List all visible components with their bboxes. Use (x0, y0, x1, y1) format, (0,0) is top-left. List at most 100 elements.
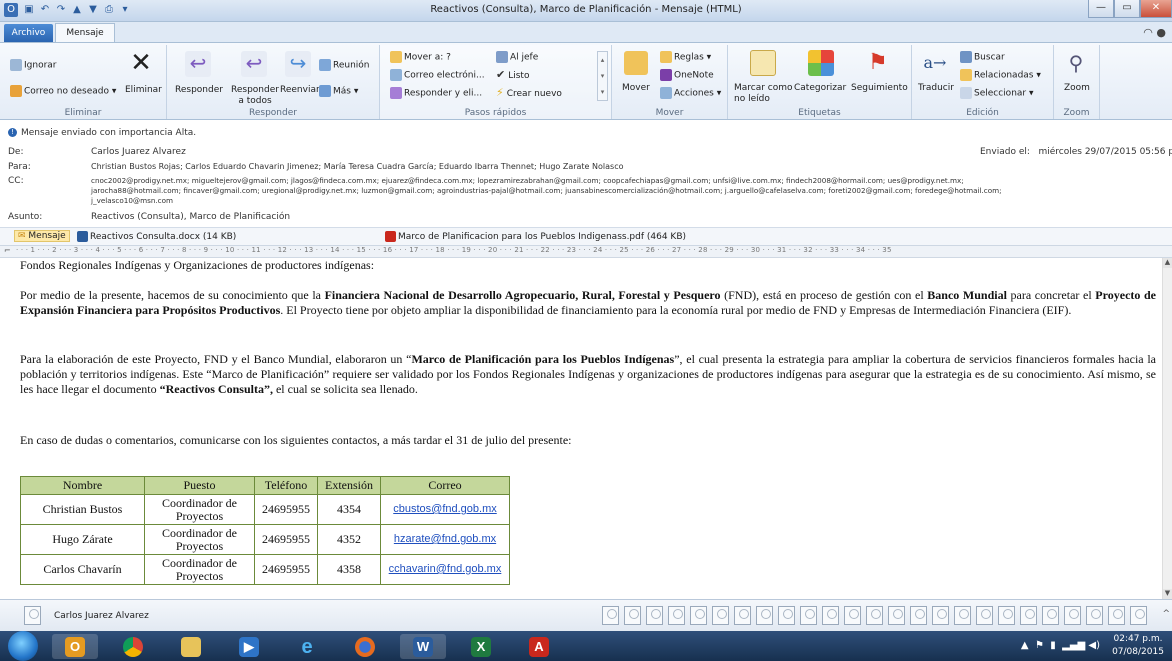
word-icon: W (413, 637, 433, 657)
taskbar-acrobat[interactable]: A (516, 634, 562, 659)
people-pane-toggle-icon[interactable]: ^ (1162, 609, 1170, 619)
email-link[interactable]: cbustos@fnd.gob.mx (380, 494, 510, 525)
recipient-avatar[interactable] (888, 606, 905, 625)
select-button[interactable]: Seleccionar ▾ (960, 87, 1034, 100)
header-correo: Correo (380, 476, 510, 495)
recipient-avatar[interactable] (954, 606, 971, 625)
quickstep-correo[interactable]: Correo electróni... (390, 69, 485, 82)
recipient-avatar[interactable] (734, 606, 751, 625)
cc-line-2[interactable]: jarocha88@hotmail.com; fincaver@gmail.co… (91, 186, 1002, 195)
junk-mail-button[interactable]: Correo no deseado ▾ (10, 85, 116, 98)
recipient-avatar[interactable] (998, 606, 1015, 625)
mark-unread-button[interactable]: Marcar como no leído (734, 83, 796, 105)
recipient-avatar[interactable] (602, 606, 619, 625)
reply-button[interactable]: Responder (175, 85, 223, 96)
attachment-docx[interactable]: Reactivos Consulta.docx (14 KB) (77, 231, 236, 242)
help-icon[interactable]: ◠ ● (1143, 26, 1166, 39)
tab-mensaje[interactable]: Mensaje (55, 23, 115, 42)
recipient-avatar[interactable] (822, 606, 839, 625)
quickstep-mover-a[interactable]: Mover a: ? (390, 51, 451, 64)
taskbar-media[interactable]: ▶ (226, 634, 272, 659)
recipient-avatar[interactable] (844, 606, 861, 625)
email-link[interactable]: cchavarin@fnd.gob.mx (380, 554, 510, 585)
recipient-avatar[interactable] (800, 606, 817, 625)
cc-line-1[interactable]: cnoc2002@prodigy.net.mx; migueltejerov@g… (91, 176, 964, 185)
contacts-table: Nombre Puesto Teléfono Extensión Correo … (20, 476, 510, 585)
recipient-avatar[interactable] (910, 606, 927, 625)
recipient-avatar[interactable] (756, 606, 773, 625)
zoom-button[interactable]: Zoom (1064, 83, 1090, 94)
ruler-tab-icon[interactable]: ⌐ (4, 246, 11, 255)
recipient-avatar[interactable] (646, 606, 663, 625)
followup-button[interactable]: Seguimiento (851, 83, 908, 94)
taskbar-firefox[interactable] (342, 634, 388, 659)
quicksteps-scroll[interactable]: ▴ ▾ ▾ (597, 51, 608, 101)
delete-button[interactable]: Eliminar (125, 85, 162, 96)
meeting-icon (319, 59, 331, 71)
recipient-avatar[interactable] (624, 606, 641, 625)
recipient-avatar[interactable] (1064, 606, 1081, 625)
recipient-avatar[interactable] (866, 606, 883, 625)
tab-archivo[interactable]: Archivo (4, 24, 53, 42)
minimize-button[interactable]: — (1088, 0, 1114, 18)
people-pane-name[interactable]: Carlos Juarez Alvarez (54, 611, 149, 621)
recipient-avatar[interactable] (712, 606, 729, 625)
reply-all-button[interactable]: Responder a todos (227, 85, 283, 107)
message-tab[interactable]: ✉ Mensaje (14, 230, 70, 242)
taskbar-word[interactable]: W (400, 634, 446, 659)
cell-nombre: Hugo Zárate (20, 524, 145, 555)
ignore-button[interactable]: Ignorar (10, 59, 57, 72)
find-button[interactable]: Buscar (960, 51, 1005, 64)
start-button[interactable] (8, 631, 38, 661)
recipient-avatar[interactable] (1020, 606, 1037, 625)
sender-avatar[interactable] (24, 606, 41, 625)
taskbar-ie[interactable]: e (284, 634, 330, 659)
quickstep-al-jefe[interactable]: Al jefe (496, 51, 538, 64)
rules-button[interactable]: Reglas ▾ (660, 51, 711, 64)
maximize-button[interactable]: ▭ (1114, 0, 1140, 18)
cc-line-3[interactable]: j_velasco10@msn.com (91, 196, 173, 205)
recipient-avatar[interactable] (778, 606, 795, 625)
vertical-scrollbar[interactable]: ▲ ▼ (1162, 258, 1172, 599)
recipient-avatar[interactable] (668, 606, 685, 625)
quickstep-listo[interactable]: ✔ Listo (496, 69, 529, 82)
recipient-avatar[interactable] (690, 606, 707, 625)
recipient-avatar[interactable] (976, 606, 993, 625)
onenote-button[interactable]: OneNote (660, 69, 714, 82)
actions-button[interactable]: Acciones ▾ (660, 87, 721, 100)
forward-icon: ↪ (285, 51, 311, 77)
group-eliminar: Ignorar Correo no deseado ▾ ✕ Eliminar E… (0, 45, 167, 119)
from-value[interactable]: Carlos Juarez Alvarez (91, 147, 186, 157)
quickstep-crear-nuevo[interactable]: ⚡ Crear nuevo (496, 87, 562, 100)
recipient-avatar[interactable] (1108, 606, 1125, 625)
recipient-avatar[interactable] (1130, 606, 1147, 625)
network-icon[interactable]: ▮ (1050, 640, 1056, 651)
volume-icon[interactable]: ◀) (1088, 640, 1100, 651)
meeting-button[interactable]: Reunión (319, 59, 370, 72)
email-link[interactable]: hzarate@fnd.gob.mx (380, 524, 510, 555)
attachment-pdf[interactable]: Marco de Planificacion para los Pueblos … (385, 231, 686, 242)
show-hidden-icon[interactable]: ▲ (1021, 640, 1029, 651)
categorize-button[interactable]: Categorizar (794, 83, 846, 94)
taskbar-outlook[interactable]: O (52, 634, 98, 659)
taskbar-explorer[interactable] (168, 634, 214, 659)
more-button[interactable]: Más ▾ (319, 85, 358, 98)
clock[interactable]: 02:47 p.m. 07/08/2015 (1108, 633, 1168, 659)
recipient-avatar[interactable] (932, 606, 949, 625)
translate-button[interactable]: Traducir (918, 83, 954, 94)
recipient-avatar[interactable] (1042, 606, 1059, 625)
taskbar-chrome[interactable] (110, 634, 156, 659)
taskbar-excel[interactable]: X (458, 634, 504, 659)
scroll-down-icon[interactable]: ▼ (1163, 589, 1172, 599)
forward-button[interactable]: Reenviar (280, 85, 320, 96)
to-value[interactable]: Christian Bustos Rojas; Carlos Eduardo C… (91, 162, 623, 171)
recipient-avatar[interactable] (1086, 606, 1103, 625)
ribbon-tabs: Archivo Mensaje ◠ ● (0, 22, 1172, 42)
related-button[interactable]: Relacionadas ▾ (960, 69, 1041, 82)
quickstep-responder-eliminar[interactable]: Responder y eli... (390, 87, 482, 100)
scroll-up-icon[interactable]: ▲ (1163, 258, 1172, 268)
signal-icon[interactable]: ▂▄▆ (1062, 640, 1085, 651)
flag-tray-icon[interactable]: ⚑ (1035, 640, 1044, 651)
move-button[interactable]: Mover (622, 83, 650, 94)
close-button[interactable]: ✕ (1140, 0, 1172, 18)
